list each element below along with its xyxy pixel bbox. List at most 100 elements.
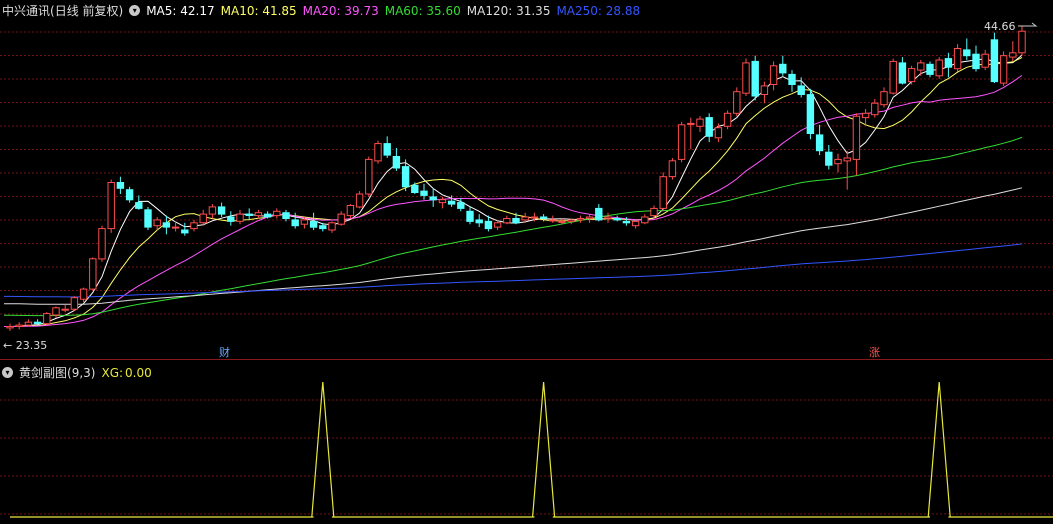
chevron-down-icon[interactable]: ▾ bbox=[2, 367, 13, 378]
candle-body bbox=[604, 216, 612, 219]
candle bbox=[953, 44, 962, 72]
candle bbox=[466, 206, 474, 225]
candle bbox=[162, 215, 171, 235]
indicator-header: ▾ 黄剑副图 (9,3) XG: 0.00 bbox=[2, 364, 152, 381]
candle-body bbox=[751, 60, 759, 97]
candle-body bbox=[291, 219, 299, 227]
candle bbox=[595, 204, 603, 222]
stock-mode: (日线 前复权) bbox=[50, 4, 124, 18]
candle bbox=[696, 116, 704, 133]
ma-legend-item: MA120: 31.35 bbox=[467, 4, 551, 18]
candle-body bbox=[79, 288, 88, 300]
candle-body bbox=[135, 202, 143, 209]
candle bbox=[236, 209, 244, 225]
candle-body bbox=[898, 62, 907, 84]
candle bbox=[769, 61, 778, 91]
candle bbox=[751, 55, 759, 101]
candle-body bbox=[972, 53, 980, 70]
candle bbox=[604, 212, 612, 223]
candle-body bbox=[953, 48, 962, 70]
indicator-chart[interactable] bbox=[0, 362, 1053, 524]
candle-body bbox=[153, 219, 161, 227]
candle bbox=[107, 179, 115, 233]
candle bbox=[70, 296, 79, 311]
candle-body bbox=[208, 206, 217, 215]
ma-legend-label: MA120: bbox=[466, 3, 513, 18]
candle-body bbox=[199, 213, 207, 224]
candle-body bbox=[503, 218, 511, 224]
candle-body bbox=[6, 326, 14, 329]
candle-body bbox=[705, 117, 713, 137]
candle-body bbox=[595, 207, 603, 221]
candle bbox=[981, 49, 989, 71]
candle bbox=[383, 136, 391, 158]
candle bbox=[208, 204, 217, 219]
candle bbox=[1018, 26, 1026, 56]
candle bbox=[861, 108, 870, 125]
candle-body bbox=[723, 112, 732, 127]
candle-body bbox=[585, 216, 594, 219]
candle bbox=[1009, 41, 1017, 62]
ma-legend-value: 31.35 bbox=[512, 3, 551, 18]
candle-body bbox=[125, 189, 134, 201]
candle bbox=[43, 312, 51, 326]
candle-body bbox=[852, 115, 861, 160]
candle-body bbox=[926, 63, 934, 75]
candle-body bbox=[1018, 30, 1026, 54]
candle-body bbox=[328, 222, 336, 231]
candle-body bbox=[383, 143, 391, 156]
ma-legend-label: MA10: bbox=[220, 3, 259, 18]
ma-legend-label: MA60: bbox=[384, 3, 423, 18]
candle-body bbox=[567, 219, 575, 222]
candle-body bbox=[889, 60, 897, 94]
candle bbox=[503, 215, 511, 225]
event-tag-rise[interactable]: 涨 bbox=[869, 346, 880, 359]
candle-body bbox=[52, 307, 60, 316]
candle bbox=[190, 219, 198, 232]
candle-body bbox=[512, 218, 520, 224]
candle-body bbox=[61, 308, 69, 311]
candle-body bbox=[98, 228, 106, 260]
ma-legend-label: MA250: bbox=[556, 3, 602, 18]
candle-body bbox=[33, 321, 42, 325]
candle bbox=[181, 222, 189, 236]
candle-body bbox=[282, 212, 290, 219]
panel-divider[interactable] bbox=[0, 359, 1053, 360]
candle-body bbox=[696, 118, 704, 127]
candle-body bbox=[622, 220, 631, 224]
chevron-down-icon[interactable]: ▾ bbox=[129, 5, 141, 16]
ma-legend-item: MA20: 39.73 bbox=[303, 4, 379, 18]
candle bbox=[585, 214, 594, 223]
candle-body bbox=[631, 220, 640, 227]
candle bbox=[999, 51, 1008, 86]
candle bbox=[24, 319, 33, 327]
candle-body bbox=[677, 124, 686, 160]
candle-body bbox=[346, 205, 355, 217]
stock-name[interactable]: 中兴通讯 bbox=[2, 2, 50, 19]
candle bbox=[733, 87, 741, 117]
main-header: 中兴通讯 (日线 前复权) ▾ MA5: 42.17 MA10: 41.85 MA20… bbox=[2, 2, 640, 19]
high-price-label: 44.66 bbox=[984, 20, 1016, 33]
candle-body bbox=[990, 39, 999, 83]
candle-body bbox=[843, 157, 851, 162]
candle-body bbox=[788, 73, 796, 86]
candle-body bbox=[89, 258, 97, 290]
indicator-name[interactable]: 黄剑副图 bbox=[19, 364, 67, 381]
candle bbox=[374, 140, 382, 164]
candle bbox=[926, 61, 934, 78]
candle-body bbox=[420, 190, 428, 196]
candle bbox=[61, 304, 69, 313]
candle-body bbox=[171, 226, 180, 229]
kline-chart[interactable]: 44.66 ← 23.35 bbox=[0, 0, 1053, 360]
candle-body bbox=[484, 220, 493, 230]
candle bbox=[668, 157, 677, 180]
candle bbox=[116, 176, 125, 194]
candle bbox=[135, 195, 143, 210]
candle bbox=[15, 322, 23, 330]
ma-legend-value: 35.60 bbox=[422, 3, 461, 18]
candle-body bbox=[1009, 52, 1017, 58]
event-tag-finance[interactable]: 财 bbox=[219, 346, 230, 359]
candle-body bbox=[613, 218, 621, 221]
candle bbox=[779, 55, 787, 76]
ma-legend-label: MA20: bbox=[302, 3, 341, 18]
